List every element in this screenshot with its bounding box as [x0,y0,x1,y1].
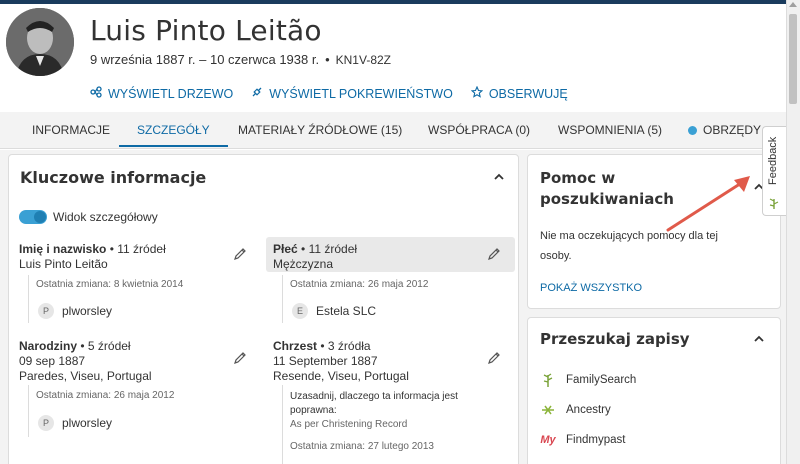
fact-sex-label: Płeć [273,242,298,256]
record-findmypast[interactable]: My Findmypast [540,432,625,448]
search-records-title: Przeszukaj zapisy [540,330,690,348]
ordinance-status-dot [688,126,697,136]
fact-birth-changed: Ostatnia zmiana: 26 maja 2012 [36,390,175,401]
scroll-thumb[interactable] [789,14,797,104]
edit-name-pencil-icon[interactable] [233,247,247,261]
research-help-title: Pomoc w poszukiwaniach [540,168,674,210]
fact-christening-divider [282,385,283,464]
annotation-arrow-icon [666,176,750,232]
key-information-title: Kluczowe informacje [20,168,207,187]
fact-sex[interactable]: Płeć • 11 źródeł Mężczyzna [273,242,357,272]
fact-sex-changed: Ostatnia zmiana: 26 maja 2012 [290,279,429,290]
feedback-tree-icon [769,198,779,209]
view-tree-button[interactable]: WYŚWIETL DRZEWO [90,86,233,101]
fact-christening[interactable]: Chrzest • 3 źródła 11 September 1887 Res… [273,339,409,384]
scroll-up-arrow-icon[interactable] [789,2,797,7]
tab-ordinances[interactable]: OBRZĘDY [688,112,761,149]
fact-name-label: Imię i nazwisko [19,242,107,256]
fact-name[interactable]: Imię i nazwisko • 11 źródeł Luis Pinto L… [19,242,166,272]
person-lifespan-line: 9 września 1887 r. – 10 czerwca 1938 r. •… [90,52,391,67]
follow-button[interactable]: OBSERWUJĘ [470,85,568,101]
familysearch-tree-icon [540,372,556,388]
fact-birth-sources: • 5 źródeł [80,339,131,353]
fact-name-contributor[interactable]: P plworsley [38,303,112,319]
person-lifespan: 9 września 1887 r. – 10 czerwca 1938 r. [90,52,320,67]
record-familysearch[interactable]: FamilySearch [540,372,636,388]
person-header: Luis Pinto Leitão 9 września 1887 r. – 1… [0,4,786,112]
tree-icon [90,86,102,101]
fact-birth-date: 09 sep 1887 [19,354,86,368]
fact-birth-contributor[interactable]: P plworsley [38,415,112,431]
reason-value: As per Christening Record [290,419,408,430]
fact-christening-changed: Ostatnia zmiana: 27 lutego 2013 [290,441,434,452]
star-icon [470,85,484,101]
person-name: Luis Pinto Leitão [90,14,322,47]
fact-birth-place: Paredes, Viseu, Portugal [19,369,152,383]
research-help-title-line1: Pomoc w [540,169,616,187]
edit-sex-pencil-icon[interactable] [487,247,501,261]
detailed-view-label: Widok szczegółowy [53,210,158,224]
key-information-card: Kluczowe informacje Widok szczegółowy Im… [8,154,519,464]
contributor-name: plworsley [62,416,113,430]
tab-memories[interactable]: WSPOMNIENIA (5) [558,112,662,149]
record-ancestry[interactable]: Ancestry [540,402,611,418]
fact-sex-contributor[interactable]: E Estela SLC [292,303,376,319]
contributor-avatar: P [38,303,54,319]
fact-sex-value: Mężczyzna [273,257,334,271]
tab-ordinances-label: OBRZĘDY [703,123,762,137]
view-tree-label: WYŚWIETL DRZEWO [108,86,234,101]
contributor-avatar: P [38,415,54,431]
fact-name-changed: Ostatnia zmiana: 8 kwietnia 2014 [36,279,184,290]
feedback-label: Feedback [767,136,779,185]
tab-bar: INFORMACJE SZCZEGÓŁY MATERIAŁY ŹRÓDŁOWE … [0,112,786,149]
record-ancestry-label: Ancestry [566,404,611,416]
tab-details[interactable]: SZCZEGÓŁY [119,112,228,149]
contributor-name: plworsley [62,304,113,318]
collapse-chevron-icon[interactable] [754,334,764,344]
contributor-avatar: E [292,303,308,319]
person-actions: WYŚWIETL DRZEWO WYŚWIETL POKREWIEŃSTWO O… [90,85,568,101]
collapse-chevron-icon[interactable] [494,172,504,182]
ancestry-leaf-icon [540,402,556,418]
tab-sources[interactable]: MATERIAŁY ŹRÓDŁOWE (15) [238,112,402,149]
relationship-icon [251,86,263,101]
edit-birth-pencil-icon[interactable] [233,351,247,365]
detailed-view-toggle[interactable] [19,210,47,224]
person-id[interactable]: KN1V-82Z [336,53,391,67]
research-help-title-line2: poszukiwaniach [540,190,674,208]
show-all-link[interactable]: POKAŻ WSZYSTKO [540,282,642,294]
reason-prompt-line1: Uzasadnij, dlaczego ta informacja jest [290,391,458,402]
edit-christening-pencil-icon[interactable] [487,351,501,365]
fact-birth-divider [28,385,29,437]
view-relationship-button[interactable]: WYŚWIETL POKREWIEŃSTWO [251,86,453,101]
follow-label: OBSERWUJĘ [488,86,568,101]
fact-name-divider [28,275,29,323]
search-records-card: Przeszukaj zapisy FamilySearch Ancestry … [527,317,781,464]
fact-sex-divider [282,275,283,323]
fact-christening-label: Chrzest [273,339,318,353]
record-familysearch-label: FamilySearch [566,374,637,386]
fact-christening-sources: • 3 źródła [320,339,371,353]
person-portrait [6,8,74,76]
page-scrollbar[interactable] [786,0,800,464]
fact-name-sources: • 11 źródeł [109,242,166,256]
view-relationship-label: WYŚWIETL POKREWIEŃSTWO [269,86,453,101]
separator-dot: • [325,52,330,67]
fact-sex-sources: • 11 źródeł [301,242,358,256]
fact-christening-place: Resende, Viseu, Portugal [273,369,409,383]
research-help-text-line2: osoby. [540,250,572,262]
fact-name-value: Luis Pinto Leitão [19,257,108,271]
tab-information[interactable]: INFORMACJE [32,112,110,149]
reason-prompt-line2: poprawna: [290,405,337,416]
fact-birth[interactable]: Narodziny • 5 źródeł 09 sep 1887 Paredes… [19,339,152,384]
record-findmypast-label: Findmypast [566,434,626,446]
feedback-tab[interactable]: Feedback [762,126,786,216]
fact-christening-reason: Uzasadnij, dlaczego ta informacja jest p… [290,390,458,432]
findmypast-logo-icon: My [540,434,556,446]
tab-collaborate[interactable]: WSPÓŁPRACA (0) [428,112,530,149]
contributor-name: Estela SLC [316,304,377,318]
fact-birth-label: Narodziny [19,339,78,353]
fact-christening-date: 11 September 1887 [273,354,378,368]
